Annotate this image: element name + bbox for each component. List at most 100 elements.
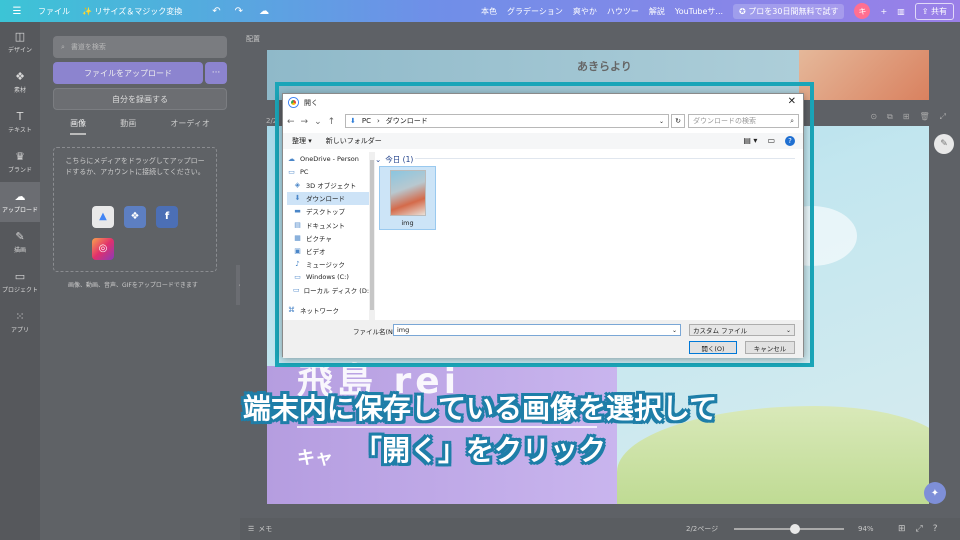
- help-icon[interactable]: ?: [933, 524, 938, 534]
- record-yourself-button[interactable]: 自分を録画する: [53, 88, 227, 110]
- search-placeholder: 書道を検索: [70, 43, 106, 51]
- nav-item-label: ビデオ: [306, 247, 326, 256]
- file-open-dialog: 開く ✕ ← → ⌄ ↑ ⬇ PC › ダウンロード ⌄ ↻ ダウンロードの検索…: [282, 93, 804, 358]
- nav-item[interactable]: ▭ PC: [287, 165, 369, 178]
- organize-button[interactable]: 整理 ▾: [292, 136, 312, 146]
- avatar[interactable]: キ: [854, 3, 871, 19]
- rail-upload[interactable]: ☁ アップロード: [0, 182, 40, 222]
- nav-item[interactable]: ◈ 3D オブジェクト: [287, 178, 369, 191]
- file-name-dropdown-icon[interactable]: ⌄: [672, 327, 677, 334]
- redo-icon[interactable]: ↷: [235, 6, 243, 17]
- memo-button[interactable]: ☰ メモ: [248, 524, 272, 534]
- rail-brand[interactable]: ♛ ブランド: [0, 142, 40, 182]
- documents-icon: ▤: [294, 220, 301, 229]
- nav-item[interactable]: ▬ デスクトップ: [287, 205, 369, 218]
- nav-item[interactable]: ▤ ドキュメント: [287, 218, 369, 231]
- nav-item[interactable]: ▣ ビデオ: [287, 244, 369, 257]
- back-icon[interactable]: ←: [287, 117, 295, 127]
- upload-file-button[interactable]: ファイルをアップロード: [53, 62, 203, 84]
- view-options-icon[interactable]: ▤ ▾: [743, 136, 757, 146]
- up-icon[interactable]: ↑: [328, 117, 336, 127]
- close-icon[interactable]: ✕: [788, 96, 796, 107]
- folder-search-input[interactable]: ダウンロードの検索 ⌕: [688, 114, 799, 128]
- nav-item[interactable]: ▭ Windows (C:): [287, 271, 369, 284]
- page-counter[interactable]: 2/2ページ: [686, 524, 718, 534]
- stats-icon[interactable]: ▥: [897, 7, 905, 16]
- lock-icon[interactable]: ⊙: [870, 112, 877, 122]
- more-options-button[interactable]: ···: [205, 62, 227, 84]
- topbar-item-1[interactable]: グラデーション: [507, 6, 563, 17]
- nav-item[interactable]: ⬇ ダウンロード: [287, 191, 369, 205]
- file-name-label: ファイル名(N):: [353, 328, 398, 336]
- dialog-toolbar: 整理 ▾ 新しいフォルダー ▤ ▾ ▭ ?: [283, 133, 803, 149]
- zoom-level[interactable]: 94%: [858, 525, 874, 533]
- tab-videos[interactable]: 動画: [120, 118, 136, 135]
- rail-projects[interactable]: ▭ プロジェクト: [0, 262, 40, 302]
- file-item-img[interactable]: img: [379, 166, 436, 230]
- add-icon[interactable]: +: [880, 7, 887, 16]
- tab-images[interactable]: 画像: [70, 118, 87, 135]
- topbar-item-2[interactable]: 爽やか: [573, 6, 597, 17]
- delete-icon[interactable]: 🗑: [919, 112, 929, 122]
- zoom-slider-knob[interactable]: [789, 524, 800, 534]
- open-button[interactable]: 開く(O): [689, 341, 737, 354]
- nav-item[interactable]: ☁ OneDrive - Person: [287, 152, 369, 165]
- forward-icon[interactable]: →: [301, 117, 309, 127]
- grid-view-icon[interactable]: ⊞: [898, 524, 906, 534]
- file-type-select[interactable]: カスタム ファイル ⌄: [689, 324, 795, 336]
- rail-apps[interactable]: ⁙ アプリ: [0, 302, 40, 342]
- search-input[interactable]: ⌕ 書道を検索: [53, 36, 227, 58]
- resize-button[interactable]: ✨ リサイズ＆マジック変換: [82, 6, 182, 17]
- duplicate-icon[interactable]: ⧉: [887, 112, 893, 122]
- fullscreen-icon[interactable]: ⤢: [916, 524, 923, 534]
- onedrive-icon: ☁: [288, 154, 295, 163]
- share-button[interactable]: ⇪ 共有: [914, 2, 954, 20]
- help-icon[interactable]: ?: [785, 136, 795, 146]
- rail-draw[interactable]: ✎ 描画: [0, 222, 40, 262]
- dropbox-icon[interactable]: ❖: [124, 206, 146, 228]
- nav-item[interactable]: ⌘ ネットワーク: [287, 303, 369, 316]
- history-dropdown-icon[interactable]: ⌄: [314, 117, 322, 127]
- rail-text[interactable]: T テキスト: [0, 102, 40, 142]
- zoom-slider[interactable]: [734, 524, 844, 534]
- nav-item[interactable]: ♪ ミュージック: [287, 258, 369, 271]
- topbar-item-5[interactable]: YouTubeサ...: [675, 6, 723, 17]
- pro-trial-button[interactable]: ✪ プロを30日間無料で試す: [733, 3, 845, 19]
- group-label: 今日 (1): [385, 155, 414, 164]
- drop-zone[interactable]: こちらにメディアをドラッグしてアップロードするか、アカウントに接続してください。…: [53, 147, 217, 272]
- magic-assistant-icon[interactable]: ✦: [924, 482, 946, 504]
- path-box[interactable]: ⬇ PC › ダウンロード ⌄: [345, 114, 669, 128]
- file-menu[interactable]: ファイル: [38, 6, 70, 17]
- comment-icon[interactable]: ✎: [934, 134, 954, 154]
- path-pc[interactable]: PC: [362, 117, 371, 125]
- nav-scrollbar-thumb[interactable]: [370, 160, 374, 310]
- tab-audio[interactable]: オーディオ: [170, 118, 209, 135]
- nav-item[interactable]: ▦ ピクチャ: [287, 231, 369, 244]
- rail-label: 描画: [13, 247, 26, 254]
- top-bar: ☰ ファイル ✨ リサイズ＆マジック変換 ↶ ↷ ☁ 本色 グラデーション 爽や…: [0, 0, 960, 22]
- page-decoration: [799, 50, 929, 100]
- menu-icon[interactable]: ☰: [8, 6, 26, 17]
- add-page-icon[interactable]: ⊞: [903, 112, 910, 122]
- topbar-item-3[interactable]: ハウツー: [607, 6, 639, 17]
- rail-elements[interactable]: ❖ 素材: [0, 62, 40, 102]
- file-name-input[interactable]: img ⌄: [393, 324, 681, 336]
- expand-icon[interactable]: ⤢: [940, 112, 946, 122]
- file-name-value: img: [397, 326, 410, 334]
- group-header[interactable]: ⌄ 今日 (1): [375, 154, 413, 165]
- path-dropdown-icon[interactable]: ⌄: [659, 118, 664, 125]
- refresh-icon[interactable]: ↻: [671, 114, 685, 128]
- facebook-icon[interactable]: f: [156, 206, 178, 228]
- path-downloads[interactable]: ダウンロード: [386, 116, 428, 126]
- topbar-item-4[interactable]: 解説: [649, 6, 665, 17]
- instagram-icon[interactable]: ◎: [92, 238, 114, 260]
- nav-item[interactable]: ▭ ローカル ディスク (D:): [287, 284, 369, 297]
- cancel-button[interactable]: キャンセル: [745, 341, 795, 354]
- rail-design[interactable]: ◫ デザイン: [0, 22, 40, 62]
- undo-icon[interactable]: ↶: [212, 6, 220, 17]
- google-drive-icon[interactable]: ▲: [92, 206, 114, 228]
- pictures-icon: ▦: [294, 233, 301, 242]
- topbar-item-0[interactable]: 本色: [481, 6, 497, 17]
- new-folder-button[interactable]: 新しいフォルダー: [326, 136, 382, 146]
- preview-pane-icon[interactable]: ▭: [767, 136, 775, 146]
